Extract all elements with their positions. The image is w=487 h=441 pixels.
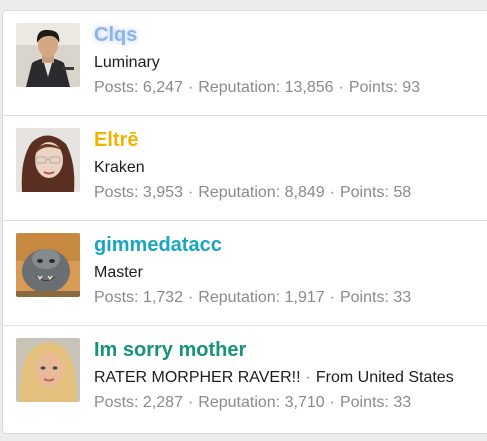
user-stats: Posts: 3,953 · Reputation: 8,849 · Points: 5… (94, 183, 411, 203)
points-value: 33 (393, 289, 412, 306)
reputation-label: Reputation: (198, 184, 281, 201)
user-title-text: Kraken (94, 159, 145, 176)
member-row-im-sorry-mother: Im sorry mother RATER MORPHER RAVER!! · Fr… (3, 326, 487, 431)
user-title: RATER MORPHER RAVER!! · From United States (94, 368, 454, 388)
member-row-gimmedatacc: gimmedatacc Master Posts: 1,732 · Reputati… (3, 221, 487, 326)
points-value: 93 (402, 79, 421, 96)
username-link[interactable]: gimmedatacc (94, 232, 222, 258)
avatar-clqs[interactable] (16, 23, 80, 87)
points-label: Points: (339, 184, 389, 201)
user-title: Kraken (94, 158, 145, 178)
reputation-value: 1,917 (284, 289, 325, 306)
username-link[interactable]: Clqs (94, 22, 137, 48)
avatar-image-woman-with-glasses (16, 128, 80, 192)
reputation-value: 13,856 (284, 79, 334, 96)
posts-label: Posts: (94, 394, 139, 411)
user-title-text: RATER MORPHER RAVER!! (94, 369, 301, 386)
posts-label: Posts: (94, 79, 139, 96)
username-link[interactable]: Im sorry mother (94, 337, 246, 363)
reputation-value: 3,710 (284, 394, 325, 411)
user-location: From United States (315, 369, 454, 386)
member-row-eltre: Eltrē Kraken Posts: 3,953 · Reputation: 8,… (3, 116, 487, 221)
avatar-image-ape-creature (16, 233, 80, 297)
posts-value: 6,247 (142, 79, 183, 96)
user-title: Master (94, 263, 143, 283)
user-stats: Posts: 2,287 · Reputation: 3,710 · Points: 3… (94, 393, 411, 413)
posts-value: 1,732 (142, 289, 183, 306)
points-value: 33 (393, 394, 412, 411)
points-label: Points: (348, 79, 398, 96)
avatar-image-blonde-woman (16, 338, 80, 402)
points-label: Points: (339, 394, 389, 411)
avatar-im-sorry-mother[interactable] (16, 338, 80, 402)
avatar-eltre[interactable] (16, 128, 80, 192)
posts-value: 3,953 (142, 184, 183, 201)
separator-dot: · (187, 184, 194, 201)
separator-dot: · (187, 79, 194, 96)
reputation-label: Reputation: (198, 394, 281, 411)
user-title-text: Luminary (94, 54, 160, 71)
points-value: 58 (393, 184, 412, 201)
user-stats: Posts: 1,732 · Reputation: 1,917 · Points: 3… (94, 288, 411, 308)
avatar-gimmedatacc[interactable] (16, 233, 80, 297)
posts-value: 2,287 (142, 394, 183, 411)
reputation-value: 8,849 (284, 184, 325, 201)
reputation-label: Reputation: (198, 79, 281, 96)
user-title-text: Master (94, 264, 143, 281)
posts-label: Posts: (94, 184, 139, 201)
separator-dot: · (329, 394, 335, 411)
points-label: Points: (339, 289, 389, 306)
username-link[interactable]: Eltrē (94, 127, 138, 153)
reputation-label: Reputation: (198, 289, 281, 306)
user-title: Luminary (94, 53, 160, 73)
separator-dot: · (187, 394, 194, 411)
posts-label: Posts: (94, 289, 139, 306)
members-list-panel: Clqs Luminary Posts: 6,247 · Reputation: 1… (2, 10, 487, 434)
member-row-clqs: Clqs Luminary Posts: 6,247 · Reputation: 1… (3, 11, 487, 116)
separator-dot: · (305, 369, 311, 386)
separator-dot: · (338, 79, 344, 96)
separator-dot: · (329, 289, 335, 306)
separator-dot: · (329, 184, 335, 201)
user-stats: Posts: 6,247 · Reputation: 13,856 · Points: … (94, 78, 420, 98)
avatar-image-man-in-suit (16, 23, 80, 87)
separator-dot: · (187, 289, 194, 306)
